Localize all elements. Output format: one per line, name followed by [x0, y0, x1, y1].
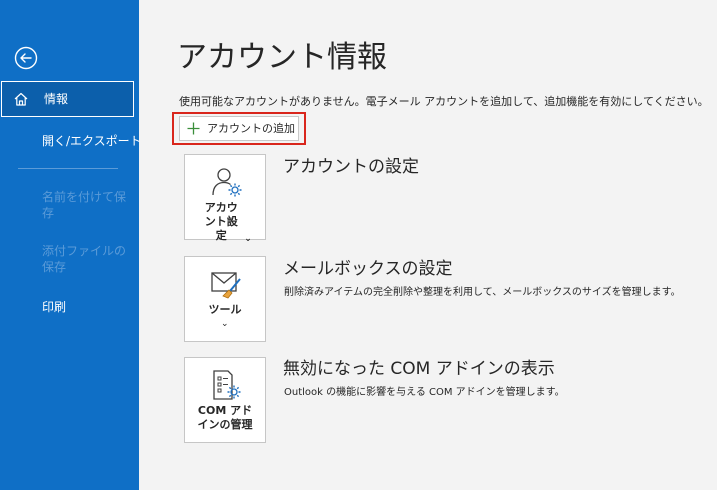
- com-addins-title: 無効になった COM アドインの表示: [283, 359, 555, 379]
- com-addins-icon: [213, 370, 241, 400]
- account-settings-tile[interactable]: アカウント設定 ⌄: [184, 154, 266, 244]
- nav-item-save-attachments[interactable]: 添付ファイルの保存: [42, 243, 128, 275]
- sidebar: 情報 開く/エクスポート 名前を付けて保存 添付ファイルの保存 印刷: [0, 0, 142, 490]
- add-account-label: アカウントの追加: [207, 122, 295, 135]
- no-account-notice: 使用可能なアカウントがありません。電子メール アカウントを追加して、追加機能を有…: [179, 95, 709, 108]
- plus-icon: [187, 122, 200, 135]
- back-arrow-icon[interactable]: [14, 46, 38, 70]
- tools-tile-label: ツール: [208, 303, 242, 316]
- nav-item-open-export[interactable]: 開く/エクスポート: [42, 133, 142, 149]
- nav-divider: [18, 168, 118, 169]
- account-settings-title: アカウントの設定: [283, 157, 419, 177]
- nav-item-print[interactable]: 印刷: [42, 299, 66, 315]
- home-icon: [14, 92, 28, 106]
- mailbox-cleanup-icon: [211, 272, 241, 299]
- page-title: アカウント情報: [177, 40, 387, 75]
- account-settings-tile-text: アカウント設定: [204, 201, 238, 242]
- account-settings-icon: [212, 168, 242, 197]
- mailbox-settings-title: メールボックスの設定: [283, 259, 453, 279]
- chevron-down-icon: ⌄: [244, 234, 252, 244]
- chevron-down-icon: ⌄: [221, 319, 229, 329]
- account-settings-tile-label: アカウント設定 ⌄: [185, 201, 265, 244]
- com-addins-description: Outlook の機能に影響を与える COM アドインを管理します。: [284, 387, 565, 398]
- nav-item-save-as[interactable]: 名前を付けて保存: [42, 189, 128, 221]
- com-addins-tile-label: COM アドインの管理: [197, 404, 253, 431]
- nav-item-info-label: 情報: [44, 92, 69, 106]
- add-account-button[interactable]: アカウントの追加: [179, 116, 299, 141]
- tools-tile[interactable]: ツール ⌄: [184, 256, 266, 342]
- com-addins-tile[interactable]: COM アドインの管理: [184, 357, 266, 443]
- nav-item-info[interactable]: 情報: [1, 81, 134, 117]
- mailbox-settings-description: 削除済みアイテムの完全削除や整理を利用して、メールボックスのサイズを管理します。: [284, 287, 681, 298]
